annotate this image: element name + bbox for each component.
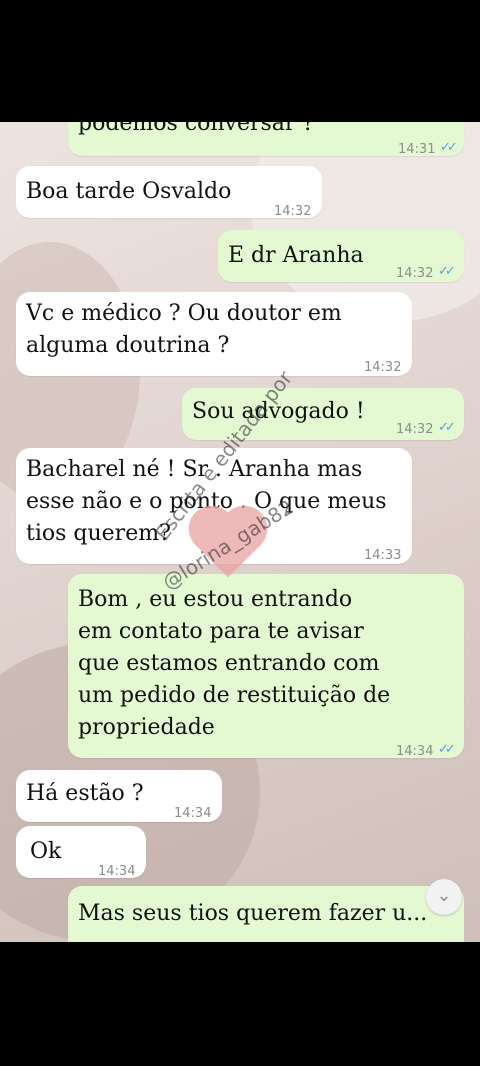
message-bubble-outgoing[interactable]: Mas seus tios querem fazer u... [68,886,464,942]
message-text: que estamos entrando com [78,651,380,676]
message-text: Mas seus tios querem fazer u... [78,901,428,926]
message-text: Vc e médico ? Ou doutor em [26,301,342,326]
message-text: propriedade [78,715,215,740]
chevron-down-icon[interactable]: ⌄ [426,879,462,915]
double-check-icon: ✓✓ [438,264,456,279]
message-text: Bom , eu estou entrando [78,587,353,612]
double-check-icon: ✓✓ [440,140,458,155]
double-check-icon: ✓✓ [438,742,456,757]
message-bubble-incoming[interactable]: Vc e médico ? Ou doutor em alguma doutri… [16,292,412,376]
message-text: Boa tarde Osvaldo [26,179,232,204]
double-check-icon: ✓✓ [438,420,456,435]
message-text: alguma doutrina ? [26,333,230,358]
message-text: um pedido de restituição de [78,683,391,708]
message-bubble-outgoing[interactable]: E dr Aranha 14:32 ✓✓ [218,230,464,282]
message-bubble-incoming[interactable]: Há estão ? 14:34 [16,770,222,822]
message-text: tios querem? [26,521,171,546]
message-text: E dr Aranha [228,243,364,268]
message-time: 14:34 [98,864,136,879]
message-time: 14:33 [364,548,402,563]
message-bubble-outgoing[interactable]: Bom , eu estou entrando em contato para … [68,574,464,759]
message-text: Há estão ? [26,781,144,806]
message-bubble-outgoing[interactable]: Sou advogado ! 14:32 ✓✓ [182,388,464,440]
chat-area[interactable]: podemos conversar ? 14:31 ✓✓ Boa tarde O… [0,122,480,942]
message-time: 14:32 [364,360,402,375]
message-time: 14:31 [398,142,436,157]
message-text: em contato para te avisar [78,619,364,644]
message-text: podemos conversar ? [78,122,315,136]
message-time: 14:32 [396,266,434,281]
message-bubble-outgoing[interactable]: podemos conversar ? 14:31 ✓✓ [68,122,464,157]
message-time: 14:32 [396,422,434,437]
message-time: 14:34 [174,806,212,821]
message-text: Ok [30,839,62,864]
message-time: 14:32 [274,204,312,219]
message-bubble-incoming[interactable]: Boa tarde Osvaldo 14:32 [16,166,322,219]
message-time: 14:34 [396,744,434,759]
message-bubble-incoming[interactable]: Ok 14:34 [16,826,146,879]
